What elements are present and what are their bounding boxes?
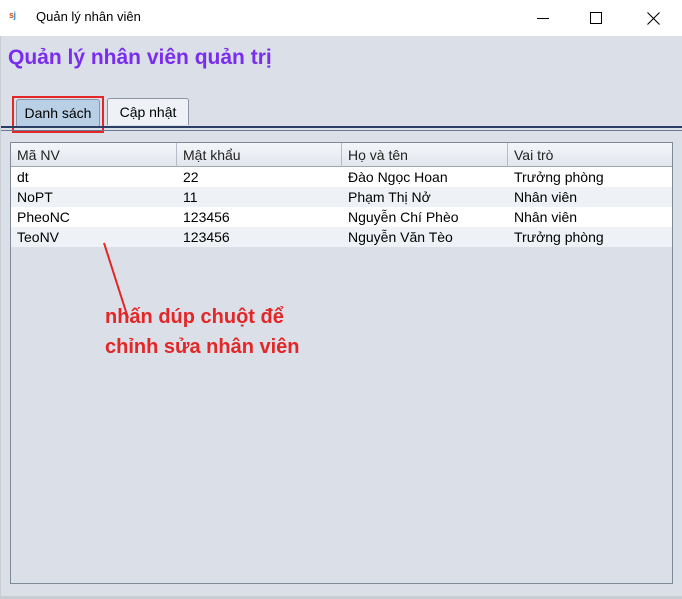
column-header-mat-khau[interactable]: Mật khẩu [177,143,342,167]
cell-ho-va-ten: Nguyễn Chí Phèo [348,209,459,225]
cell-vai-tro: Nhân viên [514,189,578,205]
cell-ma-nv: dt [17,169,29,185]
table-header: Mã NV Mật khẩu Họ và tên Vai trò [11,143,672,167]
table-row[interactable]: TeoNV 123456 Nguyễn Văn Tèo Trưởng phòng [11,227,672,247]
cell-vai-tro: Trưởng phòng [514,229,604,245]
close-icon [646,11,660,25]
column-header-ho-va-ten[interactable]: Họ và tên [342,143,508,167]
window-client-area: Quản lý nhân viên quản trị Danh sách Cập… [0,36,682,599]
close-button[interactable] [624,0,682,36]
cell-ho-va-ten: Nguyễn Văn Tèo [348,229,453,245]
minimize-icon [537,18,549,19]
window-title: Quản lý nhân viên [36,9,141,24]
annotation-text: nhấn dúp chuột để chỉnh sửa nhân viên [105,306,300,358]
cell-mat-khau: 123456 [183,229,230,245]
cell-ho-va-ten: Phạm Thị Nở [348,189,431,205]
table-row[interactable]: dt 22 Đào Ngọc Hoan Trưởng phòng [11,167,672,187]
tab-cap-nhat[interactable]: Cập nhật [107,98,189,125]
title-bar[interactable]: sj Quản lý nhân viên [0,0,682,36]
cell-ho-va-ten: Đào Ngọc Hoan [348,169,448,185]
maximize-button[interactable] [567,0,625,36]
minimize-button[interactable] [514,0,572,36]
cell-mat-khau: 123456 [183,209,230,225]
cell-vai-tro: Trưởng phòng [514,169,604,185]
cell-ma-nv: TeoNV [17,229,60,245]
cell-vai-tro: Nhân viên [514,209,578,225]
tab-divider [1,126,682,128]
app-logo-icon: sj [9,10,16,20]
column-header-vai-tro[interactable]: Vai trò [508,143,672,167]
cell-ma-nv: NoPT [17,189,53,205]
maximize-icon [590,12,602,24]
employee-table[interactable]: Mã NV Mật khẩu Họ và tên Vai trò dt 22 Đ… [10,142,673,584]
cell-mat-khau: 11 [183,189,198,205]
column-header-ma-nv[interactable]: Mã NV [11,143,177,167]
page-title: Quản lý nhân viên quản trị [8,46,272,69]
table-row[interactable]: NoPT 11 Phạm Thị Nở Nhân viên [11,187,672,207]
tab-divider-secondary [1,130,682,131]
cell-mat-khau: 22 [183,169,199,185]
cell-ma-nv: PheoNC [17,209,70,225]
table-row[interactable]: PheoNC 123456 Nguyễn Chí Phèo Nhân viên [11,207,672,227]
